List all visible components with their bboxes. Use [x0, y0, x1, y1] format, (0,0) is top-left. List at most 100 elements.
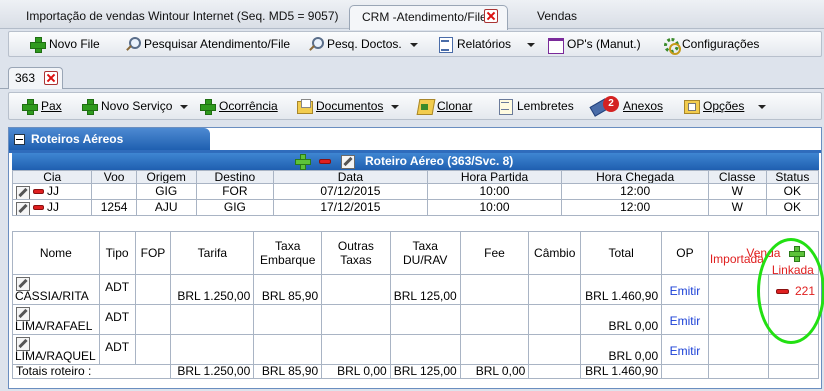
pax-name: LIMA/RAQUEL [15, 349, 96, 363]
column-header: Outras Taxas [321, 231, 391, 275]
pax-tarifa [170, 304, 255, 335]
highlight-annotation [757, 238, 824, 344]
column-header: Cia [11, 170, 93, 184]
lembretes-button[interactable]: Lembretes [497, 93, 574, 121]
flight-cia: JJ [47, 200, 59, 215]
flight-chegada: 12:00 [561, 199, 709, 216]
flight-partida: 10:00 [426, 199, 563, 216]
table-row[interactable]: JJ GIG FOR 07/12/2015 10:00 12:00 W OK [11, 183, 820, 200]
column-header: Fee [459, 231, 530, 275]
pax-tipo: ADT [98, 304, 136, 335]
edit-icon[interactable] [15, 201, 30, 215]
chevron-down-icon [527, 42, 536, 47]
novo-file-label: Novo File [49, 37, 100, 51]
relatorios-button[interactable]: Relatórios [437, 32, 536, 58]
flights-table: Cia Voo Origem Destino Data Hora Partida… [11, 170, 820, 216]
plus-icon [29, 36, 46, 53]
column-header: Status [765, 170, 820, 184]
section-title: Roteiro Aéreo (363/Svc. 8) [365, 154, 514, 168]
section-title-bar: Roteiro Aéreo (363/Svc. 8) [12, 153, 819, 170]
close-tab-icon[interactable] [484, 9, 498, 23]
totals-label: Totais roteiro : [11, 364, 172, 379]
column-header: Câmbio [528, 231, 582, 275]
pax-button[interactable]: Pax [21, 93, 62, 121]
emitir-link[interactable]: Emitir [670, 344, 701, 358]
novo-servico-button[interactable]: Novo Serviço [81, 93, 189, 121]
emitir-link[interactable]: Emitir [670, 284, 701, 298]
total-cambio [528, 364, 582, 379]
column-header: Total [580, 231, 663, 275]
edit-icon[interactable] [15, 306, 30, 321]
flight-destino: FOR [195, 183, 275, 200]
tab-crm-label: CRM -Atendimento/File [362, 10, 487, 24]
fares-table: Nome Tipo FOP Tarifa Taxa Embarque Outras… [11, 231, 820, 379]
tab-file-363[interactable]: 363 [8, 67, 63, 89]
main-toolbar: Novo File Pesquisar Atendimento/File Pes… [8, 31, 822, 57]
table-row[interactable]: JJ 1254 AJU GIG 17/12/2015 10:00 12:00 W… [11, 199, 820, 216]
tab-crm-atendimento[interactable]: CRM -Atendimento/File [349, 5, 508, 30]
chevron-down-icon [758, 104, 767, 109]
plus-icon [199, 98, 216, 115]
close-tab-icon[interactable] [44, 71, 58, 85]
add-flight-icon[interactable] [295, 154, 311, 170]
pesquisar-atendimento-button[interactable]: Pesquisar Atendimento/File [124, 32, 290, 58]
total-linkada [768, 364, 819, 379]
header-line: Outras [337, 239, 374, 253]
column-header: Taxa Embarque [253, 231, 323, 275]
emitir-link[interactable]: Emitir [670, 314, 701, 328]
pax-cambio [528, 274, 582, 305]
fares-header-row: Nome Tipo FOP Tarifa Taxa Embarque Outras… [12, 231, 820, 275]
anexos-button[interactable]: 2 Anexos [591, 93, 663, 121]
folder-icon [296, 98, 313, 114]
total-op [661, 364, 709, 379]
note-icon [497, 98, 513, 115]
clone-icon [417, 98, 433, 114]
remove-icon[interactable] [33, 205, 44, 211]
opcoes-button[interactable]: Opções [683, 93, 767, 121]
total-taxa-du: BRL 125,00 [389, 364, 461, 379]
table-row[interactable]: CASSIA/RITA ADT BRL 1.250,00 BRL 85,90 B… [12, 274, 819, 305]
documentos-button[interactable]: Documentos [296, 93, 400, 121]
op-cell: Emitir [661, 334, 709, 365]
op-cell: Emitir [661, 304, 709, 335]
relatorios-label: Relatórios [457, 37, 512, 51]
pax-taxa-du [389, 304, 461, 335]
table-row[interactable]: LIMA/RAFAEL ADT BRL 0,00 Emitir [12, 304, 819, 335]
collapse-icon[interactable] [14, 134, 25, 145]
configuracoes-label: Configurações [682, 37, 760, 51]
roteiros-aereos-panel: Roteiros Aéreos Roteiro Aéreo (363/Svc. … [8, 127, 822, 389]
edit-icon[interactable] [15, 276, 30, 291]
ocorrencia-button[interactable]: Ocorrência [199, 93, 278, 121]
pax-taxa-embarque: BRL 85,90 [253, 274, 323, 305]
gear-icon [662, 36, 681, 55]
ops-manut-button[interactable]: OP's (Manut.) [547, 32, 641, 58]
flight-cia-cell: JJ [11, 183, 93, 200]
window-icon [547, 36, 564, 54]
chevron-down-icon [180, 104, 189, 109]
tab-importacao-vendas[interactable]: Importação de vendas Wintour Internet (S… [26, 5, 339, 29]
flight-data: 17/12/2015 [273, 199, 428, 216]
configuracoes-button[interactable]: Configurações [662, 32, 759, 58]
importada-label: Importada [709, 252, 764, 266]
edit-icon[interactable] [15, 185, 30, 199]
file-toolbar: Pax Novo Serviço Ocorrência Documentos C… [8, 92, 822, 120]
panel-header: Roteiros Aéreos [9, 128, 210, 150]
chevron-down-icon [391, 104, 400, 109]
ocorrencia-label: Ocorrência [219, 99, 278, 113]
pesq-doctos-button[interactable]: Pesq. Doctos. [307, 32, 418, 58]
novo-file-button[interactable]: Novo File [29, 32, 100, 58]
table-row[interactable]: LIMA/RAQUEL ADT BRL 0,00 Emitir [12, 334, 819, 365]
importada-cell [707, 334, 770, 365]
edit-icon[interactable] [15, 336, 30, 351]
flight-chegada: 12:00 [561, 183, 709, 200]
pax-fee [459, 274, 530, 305]
totals-row: Totais roteiro : BRL 1.250,00 BRL 85,90 … [11, 364, 819, 379]
pax-fee [459, 304, 530, 335]
edit-icon[interactable] [340, 154, 355, 169]
column-header: Origem [135, 170, 197, 184]
remove-icon[interactable] [33, 189, 44, 195]
remove-icon[interactable] [319, 159, 331, 164]
total-importada [707, 364, 770, 379]
tab-vendas[interactable]: Vendas [537, 5, 577, 29]
clonar-button[interactable]: Clonar [417, 93, 472, 121]
